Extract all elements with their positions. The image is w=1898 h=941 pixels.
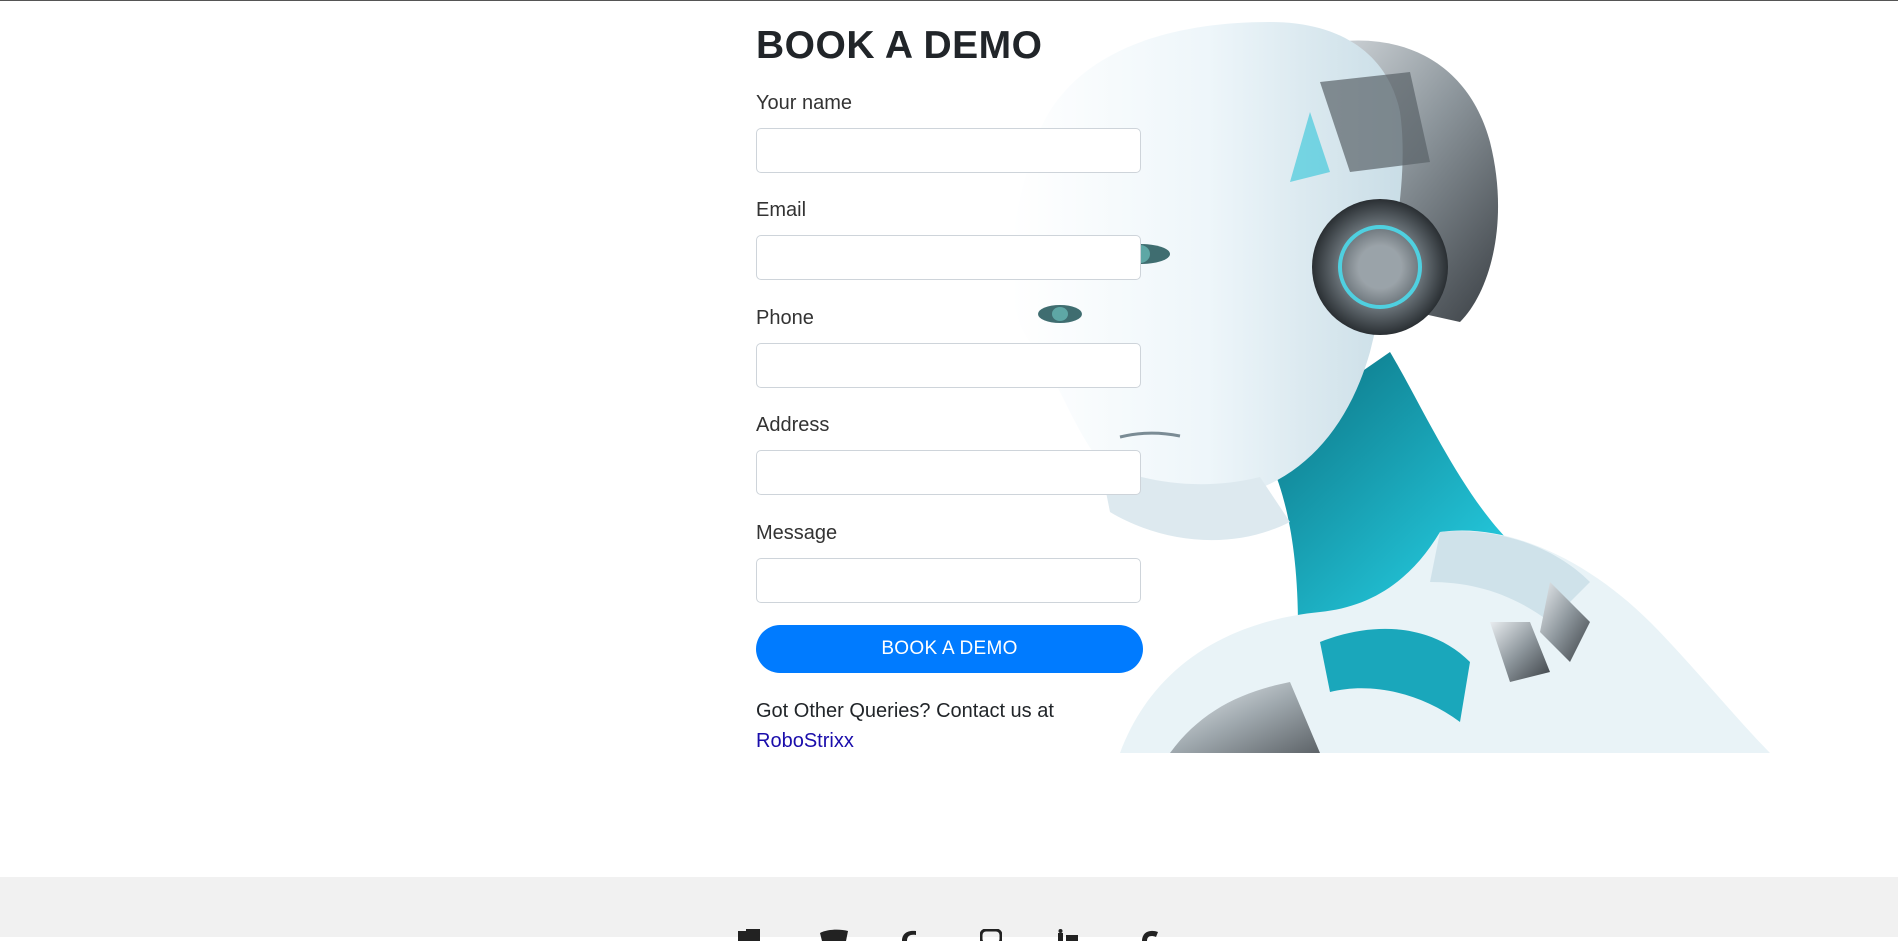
skype-icon[interactable]: [1140, 929, 1160, 941]
email-field[interactable]: [756, 235, 1141, 280]
linkedin-icon[interactable]: [1058, 929, 1078, 941]
robostrixx-link[interactable]: RoboStrixx: [756, 726, 1156, 756]
phone-field[interactable]: [756, 343, 1141, 388]
address-label: Address: [756, 414, 830, 436]
queries-text: Got Other Queries? Contact us at: [756, 700, 1054, 722]
name-label: Your name: [756, 92, 852, 114]
book-demo-button[interactable]: BOOK A DEMO: [756, 625, 1143, 673]
message-field[interactable]: [756, 558, 1141, 603]
phone-label: Phone: [756, 307, 814, 329]
name-field[interactable]: [756, 128, 1141, 173]
contact-note: Got Other Queries? Contact us at RoboStr…: [756, 696, 1156, 756]
google-plus-icon[interactable]: [900, 929, 918, 941]
form-title: BOOK A DEMO: [756, 24, 1043, 67]
top-border: [0, 0, 1898, 1]
twitter-icon[interactable]: [820, 929, 848, 941]
message-label: Message: [756, 522, 838, 544]
footer: [0, 877, 1898, 937]
address-field[interactable]: [756, 450, 1141, 495]
facebook-icon[interactable]: [738, 929, 760, 941]
instagram-icon[interactable]: [980, 929, 1002, 941]
email-label: Email: [756, 199, 807, 221]
